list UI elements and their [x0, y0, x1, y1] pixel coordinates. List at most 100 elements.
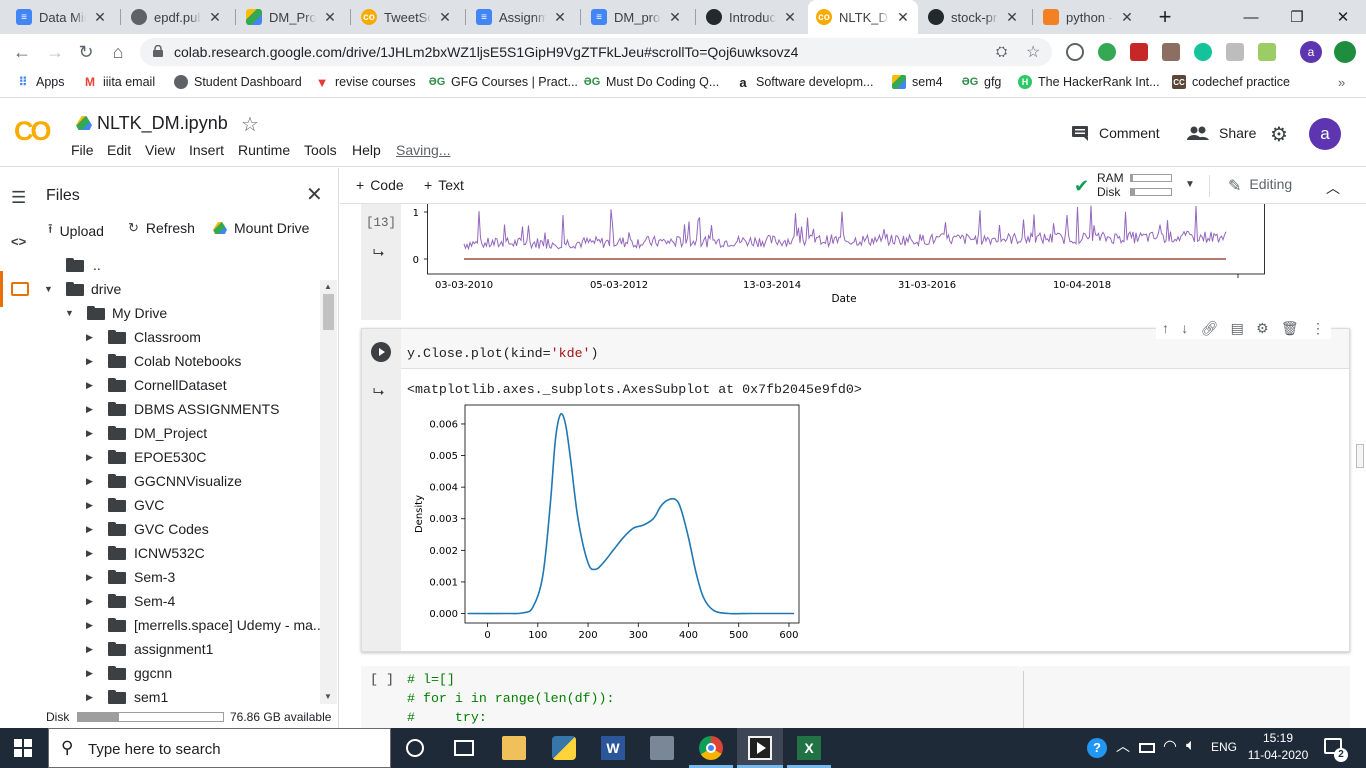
close-tab-icon[interactable]: ✕: [553, 9, 567, 26]
close-tab-icon[interactable]: ✕: [896, 9, 910, 26]
code-line[interactable]: # for i in range(len(df)):: [407, 691, 614, 706]
clock-time[interactable]: 15:19: [1248, 731, 1308, 745]
volume-icon[interactable]: 🔈︎: [1186, 737, 1196, 755]
chevron-right-icon[interactable]: ▶: [86, 500, 96, 511]
bookmark-item[interactable]: Student Dashboard: [174, 75, 302, 89]
menu-help[interactable]: Help: [352, 142, 381, 158]
windows-start-icon[interactable]: [14, 739, 32, 757]
language-indicator[interactable]: ENG: [1211, 740, 1237, 754]
tree-row-folder[interactable]: ▶ DBMS ASSIGNMENTS: [86, 397, 279, 421]
browser-tab[interactable]: DM_Project ✕: [238, 0, 345, 34]
restore-button[interactable]: ❐: [1274, 0, 1320, 34]
tree-row-folder[interactable]: ▶ DM_Project: [86, 421, 207, 445]
wifi-icon[interactable]: ◠: [1163, 736, 1177, 756]
close-tab-icon[interactable]: ✕: [668, 9, 682, 26]
ram-meter[interactable]: [1130, 174, 1172, 182]
tree-row-folder[interactable]: ▶ sem1: [86, 685, 168, 709]
code-cell-kde[interactable]: y.Close.plot(kind='kde') ⮡ <matplotlib.a…: [361, 328, 1350, 652]
close-tab-icon[interactable]: ✕: [783, 9, 797, 26]
close-panel-icon[interactable]: ✕: [306, 182, 323, 207]
extension-icon[interactable]: [1098, 43, 1116, 61]
bookmark-apps[interactable]: ⠿ Apps: [16, 75, 65, 89]
menu-insert[interactable]: Insert: [189, 142, 224, 158]
bookmark-item[interactable]: ▼ revise courses: [315, 75, 416, 90]
back-button[interactable]: ←: [8, 38, 36, 66]
move-down-icon[interactable]: ↓: [1181, 320, 1188, 336]
chevron-right-icon[interactable]: ▶: [86, 332, 96, 343]
clock-date[interactable]: 11-04-2020: [1240, 748, 1316, 762]
chevron-right-icon[interactable]: ▶: [86, 404, 96, 415]
chevron-right-icon[interactable]: ▶: [86, 668, 96, 679]
chevron-right-icon[interactable]: ▶: [86, 692, 96, 703]
save-status[interactable]: Saving...: [396, 142, 450, 158]
chevron-right-icon[interactable]: ▶: [86, 524, 96, 535]
browser-tab[interactable]: ≡ DM_project ✕: [583, 0, 690, 34]
editing-mode-button[interactable]: ✎ Editing: [1228, 176, 1292, 196]
comment-button[interactable]: Comment: [1071, 125, 1160, 141]
scroll-up-arrow[interactable]: ▲: [324, 282, 332, 291]
code-snippets-icon[interactable]: <>: [11, 234, 26, 249]
run-cell-button[interactable]: [371, 342, 391, 362]
chevron-right-icon[interactable]: ▶: [86, 620, 96, 631]
close-tab-icon[interactable]: ✕: [1120, 9, 1134, 26]
browser-tab[interactable]: Introduction ✕: [698, 0, 805, 34]
chevron-right-icon[interactable]: ▶: [86, 644, 96, 655]
tree-row-folder[interactable]: ▶ GGCNNVisualize: [86, 469, 242, 493]
help-icon[interactable]: ?: [1087, 738, 1107, 758]
reload-button[interactable]: ↻: [72, 38, 100, 66]
link-icon[interactable]: 🔗︎: [1201, 320, 1219, 337]
site-settings-icon[interactable]: ⛭: [996, 43, 1007, 60]
close-tab-icon[interactable]: ✕: [1005, 9, 1019, 26]
forward-button[interactable]: →: [41, 38, 69, 66]
execution-count[interactable]: [ ]: [370, 672, 394, 687]
chevron-up-icon[interactable]: ︿: [1116, 736, 1130, 756]
chevron-right-icon[interactable]: ▶: [86, 476, 96, 487]
excel-icon[interactable]: X: [797, 736, 821, 760]
minimize-button[interactable]: —: [1228, 0, 1274, 34]
close-window-button[interactable]: ✕: [1320, 0, 1366, 34]
code-line[interactable]: # l=[]: [407, 672, 455, 687]
word-icon[interactable]: W: [601, 736, 625, 760]
more-bookmarks-icon[interactable]: »: [1338, 75, 1345, 90]
extension-icon[interactable]: [1130, 43, 1148, 61]
scroll-thumb[interactable]: [323, 294, 334, 330]
bookmark-item[interactable]: sem4: [892, 75, 943, 89]
connected-check-icon[interactable]: ✔: [1074, 176, 1089, 197]
runtime-dropdown-icon[interactable]: ▼: [1185, 179, 1195, 190]
bookmark-item[interactable]: ƏG gfg: [962, 75, 1002, 89]
blocker-extension-icon[interactable]: [1066, 43, 1084, 61]
extension-icon[interactable]: [1258, 43, 1276, 61]
browser-tab[interactable]: epdf.pub ✕: [123, 0, 230, 34]
file-explorer-icon[interactable]: [502, 736, 526, 760]
browser-tab[interactable]: co TweetScraper ✕: [353, 0, 460, 34]
bookmark-item[interactable]: ƏG Must Do Coding Q...: [584, 75, 720, 89]
menu-file[interactable]: File: [71, 142, 94, 158]
chevron-down-icon[interactable]: ▼: [44, 284, 54, 294]
menu-view[interactable]: View: [145, 142, 175, 158]
scroll-down-arrow[interactable]: ▼: [324, 692, 332, 701]
code-cell-next[interactable]: [ ] # l=[] # for i in range(len(df)): # …: [361, 666, 1350, 728]
collapse-header-icon[interactable]: ︿: [1326, 178, 1340, 198]
colab-logo[interactable]: CO: [14, 116, 51, 147]
tree-row-folder[interactable]: ▶ [merrells.space] Udemy - ma...: [86, 613, 325, 637]
bookmark-star-icon[interactable]: ☆: [1026, 42, 1040, 62]
add-code-button[interactable]: + Code: [356, 177, 404, 193]
delete-icon[interactable]: 🗑︎: [1281, 320, 1299, 337]
tree-row-folder[interactable]: ▶ GVC Codes: [86, 517, 209, 541]
move-up-icon[interactable]: ↑: [1162, 320, 1169, 336]
extension-icon[interactable]: [1162, 43, 1180, 61]
menu-runtime[interactable]: Runtime: [238, 142, 290, 158]
chevron-right-icon[interactable]: ▶: [86, 428, 96, 439]
refresh-button[interactable]: ↻ Refresh: [128, 220, 195, 236]
profile-avatar[interactable]: a: [1300, 41, 1322, 63]
tree-row-folder[interactable]: ▶ GVC: [86, 493, 164, 517]
tree-row-folder[interactable]: ▶ Classroom: [86, 325, 201, 349]
tree-row-folder[interactable]: ▶ assignment1: [86, 637, 213, 661]
browser-tab[interactable]: ≡ Assignment ✕: [468, 0, 575, 34]
tree-row-folder[interactable]: ▶ ggcnn: [86, 661, 172, 685]
address-bar[interactable]: colab.research.google.com/drive/1JHLm2bx…: [140, 38, 1052, 66]
chevron-right-icon[interactable]: ▶: [86, 356, 96, 367]
close-tab-icon[interactable]: ✕: [438, 9, 452, 26]
chevron-right-icon[interactable]: ▶: [86, 452, 96, 463]
browser-tab[interactable]: stock-price ✕: [920, 0, 1027, 34]
